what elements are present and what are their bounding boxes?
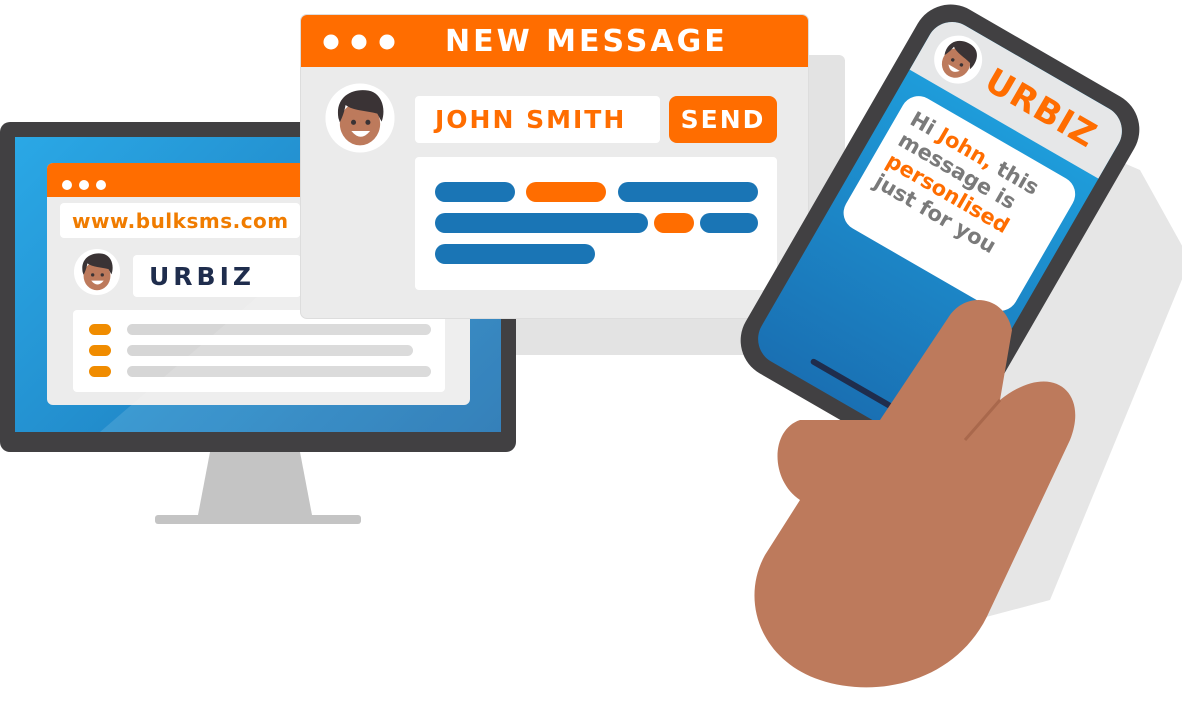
hand-icon — [754, 299, 1076, 688]
hand — [754, 299, 1076, 688]
illustration: www.bulksms.com URBIZ NEW MESSAGE JOHN S… — [0, 0, 1182, 704]
